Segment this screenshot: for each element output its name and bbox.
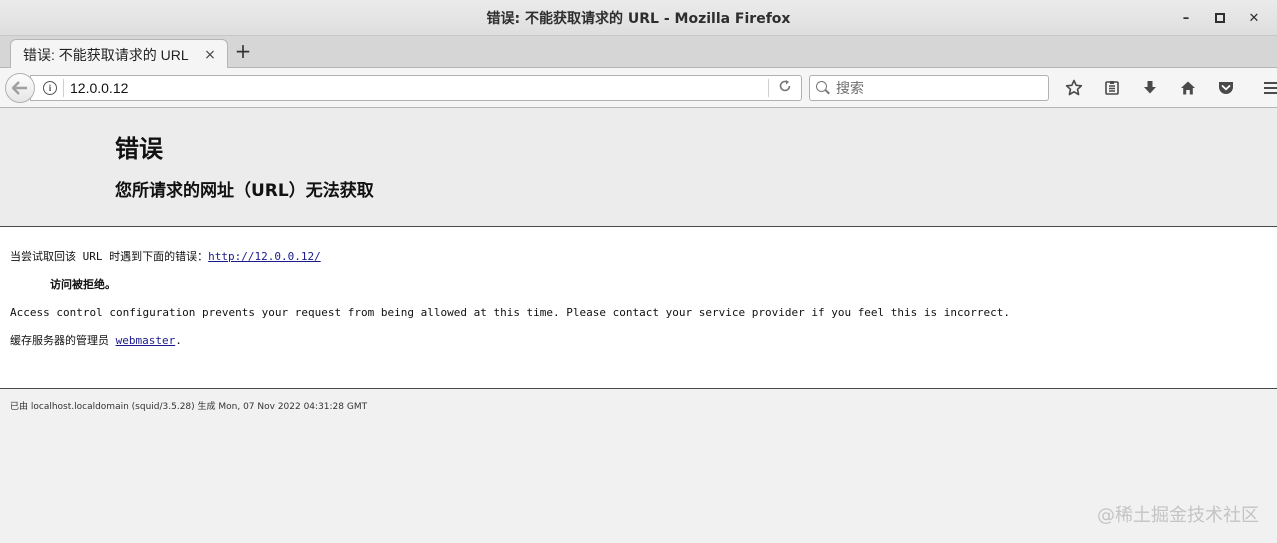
search-input[interactable]	[836, 80, 1036, 96]
maximize-button[interactable]	[1203, 0, 1237, 36]
search-bar[interactable]	[809, 75, 1049, 101]
webmaster-link[interactable]: webmaster	[116, 334, 176, 347]
window-controls: – ✕	[1169, 0, 1271, 36]
watermark: @稀土掘金技术社区	[1097, 505, 1259, 526]
maximize-icon	[1215, 13, 1225, 23]
page-subtitle: 您所请求的网址（URL）无法获取	[115, 181, 374, 201]
new-tab-button[interactable]: +	[232, 41, 254, 63]
reading-list-icon[interactable]	[1093, 73, 1131, 103]
url-bar[interactable]: i	[30, 75, 802, 101]
minimize-button[interactable]: –	[1169, 0, 1203, 36]
error-header: 错误 您所请求的网址（URL）无法获取	[0, 108, 1277, 227]
tab-strip: 错误: 不能获取请求的 URL × +	[0, 36, 1277, 69]
error-body: 当尝试取回该 URL 时遇到下面的错误：http://12.0.0.12/ 访问…	[0, 227, 1277, 389]
retrieve-line: 当尝试取回该 URL 时遇到下面的错误：http://12.0.0.12/	[10, 249, 1267, 277]
url-separator	[63, 79, 64, 97]
download-icon[interactable]	[1131, 73, 1169, 103]
toolbar-icons	[1055, 73, 1277, 103]
url-input[interactable]	[70, 80, 768, 96]
home-icon[interactable]	[1169, 73, 1207, 103]
page-title: 错误	[115, 135, 163, 163]
page-content: 错误 您所请求的网址（URL）无法获取 当尝试取回该 URL 时遇到下面的错误：…	[0, 108, 1277, 543]
admin-prefix: 缓存服务器的管理员	[10, 334, 109, 347]
info-icon[interactable]: i	[43, 81, 57, 95]
admin-line: 缓存服务器的管理员 webmaster.	[10, 333, 1267, 361]
navigation-bar: i	[0, 68, 1277, 108]
tab-close-icon[interactable]: ×	[203, 47, 217, 63]
reload-icon[interactable]	[769, 79, 801, 97]
retrieve-url-link[interactable]: http://12.0.0.12/	[208, 250, 321, 263]
window-titlebar: 错误: 不能获取请求的 URL - Mozilla Firefox – ✕	[0, 0, 1277, 36]
retrieve-prefix: 当尝试取回该 URL 时遇到下面的错误：	[10, 250, 209, 263]
tab-label: 错误: 不能获取请求的 URL	[23, 46, 189, 63]
window-title: 错误: 不能获取请求的 URL - Mozilla Firefox	[486, 10, 791, 27]
search-icon	[816, 81, 830, 95]
error-message: Access control configuration prevents yo…	[10, 306, 1011, 319]
close-window-button[interactable]: ✕	[1237, 0, 1271, 36]
pocket-icon[interactable]	[1207, 73, 1245, 103]
admin-suffix: .	[175, 334, 182, 347]
page-footer: 已由 localhost.localdomain (squid/3.5.28) …	[10, 402, 368, 412]
access-denied-text: 访问被拒绝。	[50, 278, 116, 291]
back-button[interactable]	[5, 73, 35, 103]
back-arrow-icon	[12, 81, 27, 95]
menu-icon[interactable]	[1253, 73, 1277, 103]
tab-error[interactable]: 错误: 不能获取请求的 URL ×	[10, 39, 228, 69]
bookmark-star-icon[interactable]	[1055, 73, 1093, 103]
